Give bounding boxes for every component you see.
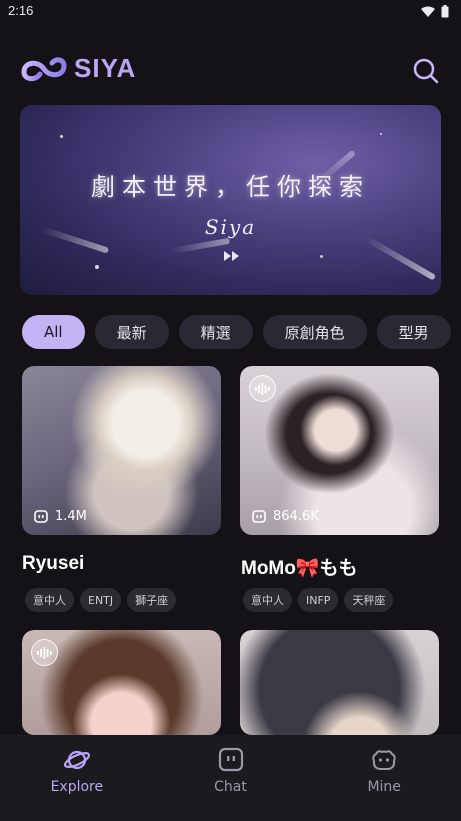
chip-featured[interactable]: 精選	[178, 315, 253, 349]
voice-badge	[31, 639, 58, 666]
tag: 意中人	[243, 588, 292, 612]
nav-mine-label: Mine	[367, 779, 401, 795]
promo-banner[interactable]: 劇本世界，任你探索 Siya	[20, 105, 441, 295]
battery-icon	[441, 5, 449, 18]
character-tags: 意中人 ENTJ 獅子座	[25, 588, 177, 612]
character-card[interactable]	[22, 630, 221, 735]
character-tags: 意中人 INFP 天秤座	[243, 588, 394, 612]
banner-title: 劇本世界，任你探索	[91, 173, 370, 201]
character-image	[22, 630, 221, 735]
nav-explore-label: Explore	[50, 779, 104, 795]
character-card-ryusei[interactable]: 1.4M	[22, 366, 221, 616]
bottom-nav: Explore Chat Mine	[0, 735, 461, 821]
search-icon	[413, 58, 439, 84]
card-stat-value: 864.6K	[273, 509, 319, 524]
siya-logo-icon	[21, 56, 67, 81]
card-stat-value: 1.4M	[55, 509, 87, 524]
tag: INFP	[298, 588, 339, 612]
tag: 獅子座	[127, 588, 177, 612]
app-header: SIYA	[0, 40, 461, 100]
tag: ENTJ	[80, 588, 122, 612]
chip-latest[interactable]: 最新	[94, 315, 169, 349]
wifi-icon	[421, 6, 435, 17]
nav-explore[interactable]: Explore	[0, 735, 154, 821]
character-image: 1.4M	[22, 366, 221, 535]
character-image: 864.6K	[240, 366, 439, 535]
chat-icon	[218, 747, 243, 772]
light-streak	[363, 235, 437, 281]
chat-count-icon	[34, 510, 48, 523]
search-button[interactable]	[411, 56, 441, 86]
nav-chat-label: Chat	[214, 779, 247, 795]
character-name: Ryusei	[22, 553, 85, 574]
character-image	[240, 630, 439, 735]
status-bar: 2:16	[0, 0, 461, 24]
character-name: MoMo🎀もも	[241, 558, 358, 579]
voice-wave-icon	[37, 646, 52, 659]
sparkle	[60, 135, 63, 138]
banner-subtitle: Siya	[204, 215, 257, 239]
status-time: 2:16	[8, 3, 34, 18]
card-stat: 1.4M	[34, 509, 87, 524]
tag: 天秤座	[344, 588, 394, 612]
category-tabs: All 最新 精選 原創角色 型男	[22, 315, 461, 349]
sparkle	[320, 255, 323, 258]
status-icons	[421, 5, 449, 18]
sparkle	[380, 133, 382, 135]
card-stat: 864.6K	[252, 509, 319, 524]
planet-icon	[63, 750, 90, 770]
chat-count-icon	[252, 510, 266, 523]
fast-forward-icon	[224, 251, 239, 261]
voice-wave-icon	[255, 382, 270, 395]
sparkle	[95, 265, 99, 269]
voice-badge	[249, 375, 276, 402]
character-card[interactable]	[240, 630, 439, 735]
tag: 意中人	[25, 588, 74, 612]
nav-chat[interactable]: Chat	[154, 735, 308, 821]
chip-all[interactable]: All	[22, 315, 85, 349]
light-streak	[169, 237, 231, 255]
logo-text: SIYA	[74, 53, 137, 83]
chip-handsome[interactable]: 型男	[376, 315, 451, 349]
chip-original[interactable]: 原創角色	[262, 315, 367, 349]
mine-icon	[372, 750, 396, 770]
nav-mine[interactable]: Mine	[307, 735, 461, 821]
app-logo: SIYA	[20, 53, 136, 84]
